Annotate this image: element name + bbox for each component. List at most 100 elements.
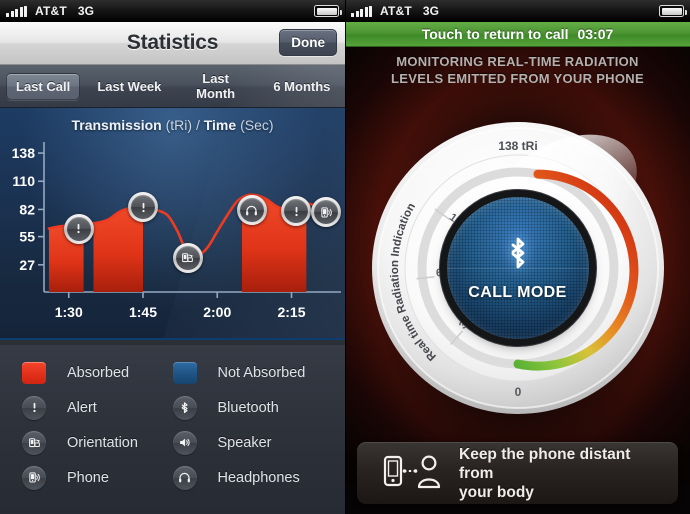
legend-key xyxy=(172,430,207,455)
speaker-icon xyxy=(172,430,197,455)
monitoring-line-1: MONITORING REAL-TIME RADIATION xyxy=(396,54,639,69)
safety-tip-line-2: your body xyxy=(459,483,534,501)
chart-marker-orientation[interactable] xyxy=(172,242,203,273)
network-label: 3G xyxy=(422,4,439,18)
svg-text:138: 138 xyxy=(12,145,36,161)
battery-icon xyxy=(659,5,687,17)
safety-tip-banner: Keep the phone distant from your body xyxy=(357,442,678,504)
radiation-gauge[interactable]: 3469103Real time Radiation Indication138… xyxy=(368,118,668,418)
safety-tip-text: Keep the phone distant from your body xyxy=(459,445,664,502)
chart-legend: Absorbed Not Absorbed Alert Bluetooth Orient… xyxy=(0,345,345,514)
segment-last-call[interactable]: Last Call xyxy=(0,72,86,100)
orientation-icon xyxy=(22,430,46,455)
return-to-call-banner[interactable]: Touch to return to call 03:07 xyxy=(345,22,690,47)
alert-icon xyxy=(66,216,91,241)
headphones-icon xyxy=(172,465,197,490)
statistics-screen: AT&T 3G Statistics Done Last Call Last W… xyxy=(0,0,345,514)
svg-text:110: 110 xyxy=(12,173,35,189)
legend-label: Bluetooth xyxy=(217,399,279,416)
legend-key xyxy=(22,395,56,420)
transmission-chart: Transmission (tRi) / Time (Sec) 27 55 82 11… xyxy=(0,108,345,340)
chart-marker-alert[interactable] xyxy=(128,192,158,223)
segment-last-month-label: Last Month xyxy=(196,71,236,101)
period-segmented-control[interactable]: Last Call Last Week Last Month 6 Months xyxy=(0,65,345,108)
alert-icon xyxy=(284,199,309,224)
legend-item-headphones: Headphones xyxy=(172,462,324,493)
legend-key xyxy=(22,361,56,384)
signal-bars-icon xyxy=(6,5,27,17)
call-mode-button[interactable]: CALL MODE xyxy=(446,197,589,339)
network-label: 3G xyxy=(77,4,94,18)
legend-label: Not Absorbed xyxy=(217,364,306,381)
chart-marker-alert[interactable] xyxy=(281,196,312,227)
alert-icon xyxy=(22,395,46,420)
chart-metric-label: Transmission xyxy=(71,117,162,133)
segment-last-month[interactable]: Last Month xyxy=(173,66,259,106)
chart-title-separator: / xyxy=(195,117,200,133)
chart-axis-label: Time xyxy=(203,117,237,133)
chart-metric-unit: (tRi) xyxy=(165,117,193,133)
svg-text:55: 55 xyxy=(19,229,35,245)
legend-item-phone: Phone xyxy=(22,462,173,493)
safety-tip-line-1: Keep the phone distant from xyxy=(459,445,631,482)
svg-text:2:00: 2:00 xyxy=(203,304,231,320)
status-bar-right: AT&T 3G xyxy=(345,0,690,22)
status-bar-left: AT&T 3G xyxy=(0,0,345,22)
monitoring-line-2: LEVELS EMITTED FROM YOUR PHONE xyxy=(391,71,644,86)
legend-item-orientation: Orientation xyxy=(22,427,173,458)
battery-icon xyxy=(314,5,342,17)
carrier-label: AT&T xyxy=(380,4,412,18)
svg-text:1:30: 1:30 xyxy=(55,304,83,320)
legend-label: Alert xyxy=(67,399,97,416)
segment-6-months-label: 6 Months xyxy=(273,78,331,94)
legend-key xyxy=(172,361,207,384)
dual-screenshot-container: AT&T 3G Statistics Done Last Call Last W… xyxy=(0,0,690,514)
done-button[interactable]: Done xyxy=(279,29,337,56)
phone-distance-icon xyxy=(383,451,445,496)
legend-label: Absorbed xyxy=(67,364,130,381)
legend-key xyxy=(172,395,207,420)
legend-label: Speaker xyxy=(217,434,272,451)
call-mode-label: CALL MODE xyxy=(468,284,567,301)
chart-title: Transmission (tRi) / Time (Sec) xyxy=(0,117,345,133)
svg-text:82: 82 xyxy=(19,201,35,217)
segment-last-week[interactable]: Last Week xyxy=(86,74,172,99)
legend-label: Orientation xyxy=(67,434,138,451)
bluetooth-icon xyxy=(172,395,197,420)
legend-key xyxy=(172,465,207,490)
radiation-monitor-screen: AT&T 3G Touch to return to call 03:07 MO… xyxy=(345,0,690,514)
svg-text:2:15: 2:15 xyxy=(277,304,305,320)
bluetooth-icon xyxy=(505,236,531,270)
absorbed-color-swatch xyxy=(22,361,46,384)
svg-text:138 tRi: 138 tRi xyxy=(498,139,537,153)
legend-item-alert: Alert xyxy=(22,392,173,423)
orientation-icon xyxy=(175,245,200,270)
signal-bars-icon xyxy=(351,5,372,17)
segment-6-months[interactable]: 6 Months xyxy=(259,74,345,99)
chart-marker-headphones[interactable] xyxy=(236,195,267,226)
svg-text:0: 0 xyxy=(514,385,521,399)
phone-icon xyxy=(22,465,46,490)
legend-item-speaker: Speaker xyxy=(172,427,324,458)
phone-icon xyxy=(314,200,339,225)
not-absorbed-color-swatch xyxy=(172,361,197,384)
legend-key xyxy=(22,465,56,490)
page-title: Statistics xyxy=(126,31,219,54)
legend-key xyxy=(22,430,56,455)
svg-text:1:45: 1:45 xyxy=(129,304,157,320)
chart-marker-phone[interactable] xyxy=(311,197,342,228)
legend-label: Phone xyxy=(67,469,109,486)
chart-marker-alert[interactable] xyxy=(63,213,94,244)
chart-axis-unit: (Sec) xyxy=(240,117,274,133)
panel-divider xyxy=(345,0,346,514)
done-button-label: Done xyxy=(291,35,325,50)
alert-icon xyxy=(131,195,155,220)
segment-last-call-label: Last Call xyxy=(6,72,81,100)
segment-last-week-label: Last Week xyxy=(97,78,162,94)
legend-label: Headphones xyxy=(217,469,300,486)
legend-item-bluetooth: Bluetooth xyxy=(172,392,324,423)
carrier-label: AT&T xyxy=(35,4,67,18)
legend-item-absorbed: Absorbed xyxy=(22,357,173,388)
call-timer: 03:07 xyxy=(577,26,614,42)
legend-item-not-absorbed: Not Absorbed xyxy=(172,357,324,388)
